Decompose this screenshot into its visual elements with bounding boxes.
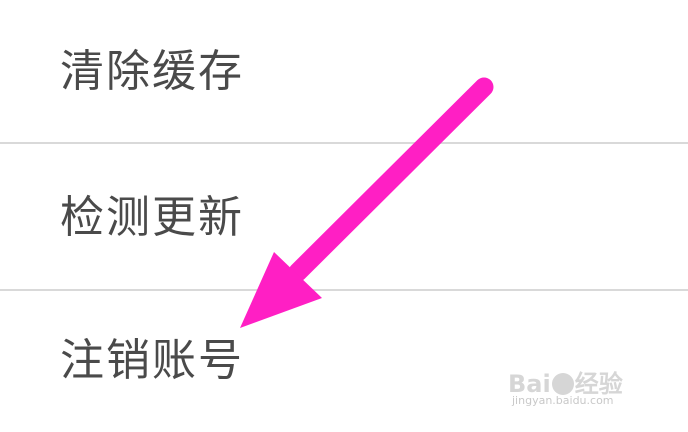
settings-item-clear-cache[interactable]: 清除缓存: [0, 0, 688, 143]
watermark-url: jingyan.baidu.com: [512, 394, 614, 407]
settings-item-label: 检测更新: [60, 192, 244, 243]
baidu-jingyan-watermark: Bai 经验 jingyan.baidu.com: [508, 364, 658, 414]
paw-icon: [551, 373, 574, 395]
settings-item-label: 注销账号: [60, 335, 244, 386]
settings-item-check-update[interactable]: 检测更新: [0, 144, 688, 290]
settings-item-label: 清除缓存: [60, 46, 244, 97]
